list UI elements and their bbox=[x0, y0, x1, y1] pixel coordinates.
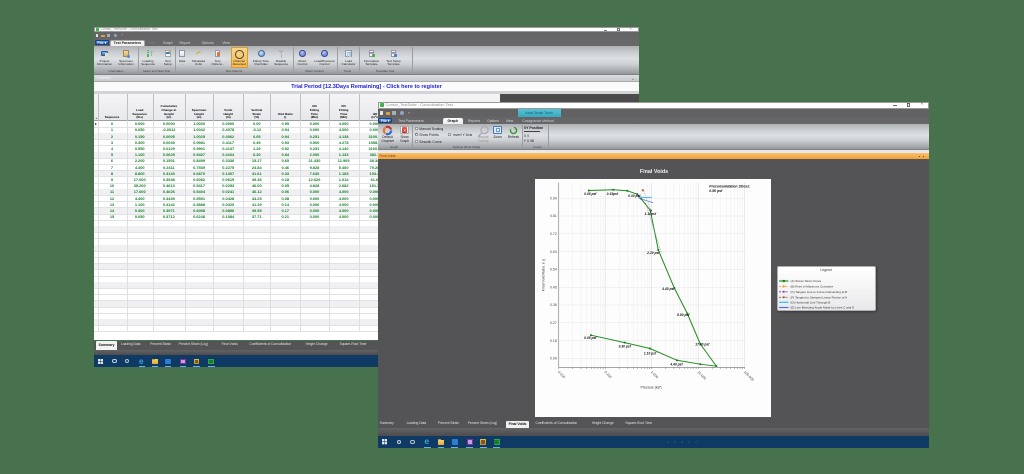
svg-text:4.40 psf: 4.40 psf bbox=[661, 287, 675, 291]
svg-text:0.09: 0.09 bbox=[550, 357, 557, 361]
svg-text:0.63: 0.63 bbox=[550, 250, 557, 254]
svg-text:0.36: 0.36 bbox=[550, 303, 557, 307]
svg-text:8.80 psf: 8.80 psf bbox=[677, 313, 690, 317]
svg-text:1.10 psf: 1.10 psf bbox=[644, 351, 657, 355]
svg-text:0.81: 0.81 bbox=[550, 214, 557, 218]
svg-text:0.90: 0.90 bbox=[550, 196, 557, 200]
svg-text:1.000: 1.000 bbox=[650, 370, 659, 379]
svg-text:0.90 psf: 0.90 psf bbox=[709, 189, 723, 193]
svg-text:(E) Line Bisecting Angle Made: (E) Line Bisecting Angle Made by Lines C… bbox=[790, 306, 855, 310]
svg-text:1.10psf: 1.10psf bbox=[644, 212, 656, 216]
svg-text:(C) Tangent Line to Curve Inte: (C) Tangent Line to Curve Intersecting a… bbox=[790, 290, 847, 294]
svg-text:0.18: 0.18 bbox=[550, 339, 557, 343]
svg-text:4.40 psf: 4.40 psf bbox=[669, 362, 683, 366]
svg-text:(D) Horizontal Line Through B: (D) Horizontal Line Through B bbox=[790, 301, 830, 305]
svg-text:0.05 psf: 0.05 psf bbox=[584, 192, 597, 196]
svg-text:10.000: 10.000 bbox=[696, 370, 706, 380]
svg-text:0.100: 0.100 bbox=[603, 370, 612, 379]
svg-text:0.15psf: 0.15psf bbox=[606, 192, 618, 196]
svg-text:0.010: 0.010 bbox=[557, 370, 566, 379]
svg-text:0.45: 0.45 bbox=[550, 285, 557, 289]
svg-text:Pressue (ksf): Pressue (ksf) bbox=[640, 385, 661, 389]
svg-text:0.54: 0.54 bbox=[550, 268, 557, 272]
svg-text:100.000: 100.000 bbox=[743, 370, 755, 382]
svg-text:Final Void Ratio, e (): Final Void Ratio, e () bbox=[541, 259, 545, 291]
svg-text:17.60 psf: 17.60 psf bbox=[695, 342, 710, 346]
svg-text:0.30 psf: 0.30 psf bbox=[618, 345, 631, 349]
svg-text:0.27: 0.27 bbox=[550, 321, 557, 325]
svg-text:(A) Stress Strain Curve: (A) Stress Strain Curve bbox=[790, 279, 821, 283]
svg-text:(F) Tangent to Steepest Linear: (F) Tangent to Steepest Linear Portion o… bbox=[790, 296, 847, 300]
svg-text:(B) Point of Maximum Curvature: (B) Point of Maximum Curvature bbox=[790, 285, 833, 289]
svg-text:0.30 psf: 0.30 psf bbox=[628, 194, 641, 198]
svg-text:2.20 psf: 2.20 psf bbox=[646, 251, 660, 255]
svg-text:Preconsolidation Stress:: Preconsolidation Stress: bbox=[709, 184, 750, 188]
svg-text:0.72: 0.72 bbox=[550, 232, 557, 236]
svg-text:0.05 psf: 0.05 psf bbox=[584, 336, 597, 340]
